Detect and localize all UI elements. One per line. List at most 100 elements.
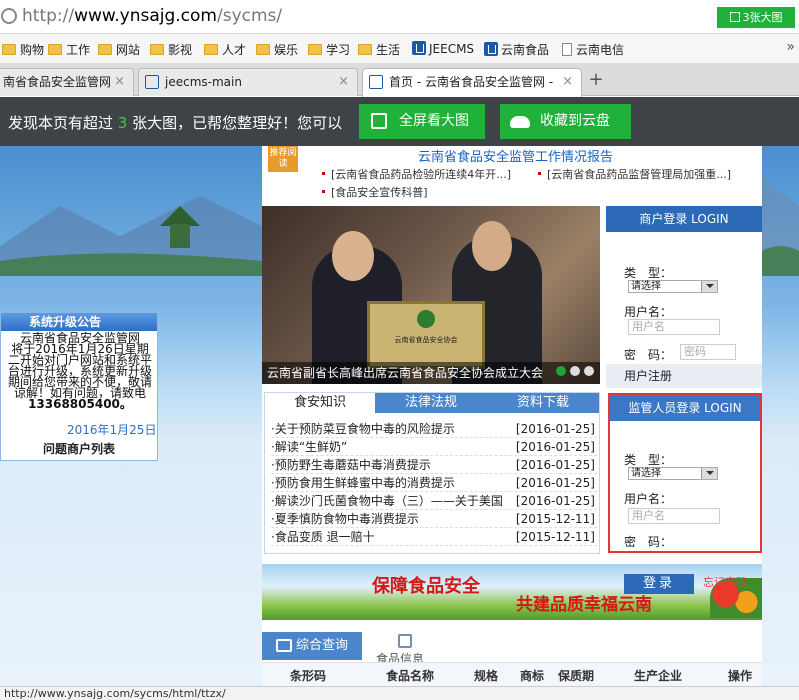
bookmarks-bar: 购物 工作 网站 影视 人才 娱乐 学习 生活 JEECMS 云南食品 云南电信… bbox=[0, 34, 799, 64]
notice-title: 系统升级公告 bbox=[1, 313, 157, 331]
forgot-password-link[interactable]: 忘记密码 bbox=[703, 574, 747, 590]
login-button[interactable]: 登录 bbox=[624, 574, 694, 594]
close-tab-icon[interactable]: × bbox=[114, 69, 125, 95]
upgrade-notice-popup: 系统升级公告 云南省食品安全监管网 将于2016年1月26日星期二开始对门户网站… bbox=[0, 312, 158, 461]
folder-icon bbox=[98, 44, 112, 55]
big-image-notification: 发现本页有超过 3 张大图，已帮您整理好！您可以 全屏看大图 收藏到云盘 bbox=[0, 97, 799, 146]
folder-icon bbox=[204, 44, 218, 55]
news-item[interactable]: ·关于预防菜豆食物中毒的风险提示 [2016-01-25] bbox=[271, 420, 597, 438]
bookmark-shopping[interactable]: 购物 bbox=[2, 41, 44, 58]
dropdown-arrow-icon bbox=[701, 468, 717, 479]
tab-home[interactable]: 首页 - 云南省食品安全监管网 - × bbox=[362, 68, 582, 97]
tab-downloads[interactable]: 资料下载 bbox=[487, 393, 599, 413]
top-news: 推荐阅读 云南省食品安全监管工作情况报告 [云南省食品药品检验所连续4年开...… bbox=[262, 146, 762, 204]
bookmark-study[interactable]: 学习 bbox=[308, 41, 350, 58]
notification-message: 发现本页有超过 3 张大图，已帮您整理好！您可以 bbox=[8, 114, 343, 132]
expand-icon bbox=[729, 12, 740, 22]
news-item[interactable]: ·解读“生鲜奶” [2016-01-25] bbox=[271, 438, 597, 456]
notice-body: 云南省食品安全监管网 将于2016年1月26日星期二开始对门户网站和系统平台进行… bbox=[7, 331, 152, 411]
photo-face bbox=[472, 221, 512, 271]
bookmark-movies[interactable]: 影视 bbox=[150, 41, 192, 58]
query-section: 综合查询 食品信息 条形码 食品名称 规格 商标 保质期 生产企业 操作 bbox=[262, 632, 762, 686]
problem-merchants-link[interactable]: 问题商户列表 bbox=[1, 440, 157, 457]
bookmark-entertainment[interactable]: 娱乐 bbox=[256, 41, 298, 58]
bullet-icon bbox=[538, 172, 541, 175]
slider-caption[interactable]: 云南省副省长高峰出席云南省食品安全协会成立大会 bbox=[262, 362, 600, 384]
merchant-login-title: 商户登录 LOGIN bbox=[606, 206, 762, 232]
column-header: 食品名称 bbox=[386, 669, 435, 683]
column-header: 规格 bbox=[474, 669, 499, 683]
username-label: 用户名： bbox=[624, 492, 673, 506]
award-plaque: 云南省食品安全协会 bbox=[367, 301, 485, 369]
bookmark-jeecms[interactable]: JEECMS bbox=[412, 41, 474, 56]
fullscreen-images-button[interactable]: 全屏看大图 bbox=[359, 104, 485, 139]
news-panel: 食安知识 法律法规 资料下载 ·关于预防菜豆食物中毒的风险提示 [2016-01-… bbox=[264, 392, 600, 554]
folder-icon bbox=[256, 44, 270, 55]
notice-date: 2016年1月25日 bbox=[67, 423, 157, 437]
admin-type-select[interactable]: 请选择 bbox=[628, 467, 718, 480]
news-item[interactable]: ·解读沙门氏菌食物中毒（三）——关于美国 [2016-01-25] bbox=[271, 492, 597, 510]
monitor-icon bbox=[276, 639, 292, 652]
slider-dot[interactable] bbox=[584, 366, 594, 376]
tab-laws[interactable]: 法律法规 bbox=[375, 393, 487, 413]
news-item[interactable]: ·夏季慎防食物中毒消费提示 [2015-12-11] bbox=[271, 510, 597, 528]
jeecms-icon bbox=[369, 75, 383, 89]
tab-food-safety[interactable]: 南省食品安全监管网 × bbox=[0, 68, 134, 96]
admin-login-title: 监管人员登录 LOGIN bbox=[610, 395, 760, 421]
admin-login-panel: 监管人员登录 LOGIN 类 型： 请选择 用户名： 用户名 密 码： bbox=[608, 393, 762, 553]
column-header: 商标 bbox=[520, 669, 545, 683]
close-tab-icon[interactable]: × bbox=[562, 69, 573, 95]
bookmark-talent[interactable]: 人才 bbox=[204, 41, 246, 58]
type-label: 类 型： bbox=[624, 453, 673, 467]
address-bar[interactable]: http://www.ynsajg.com/sycms/ 3张大图 bbox=[0, 0, 799, 34]
bookmark-life[interactable]: 生活 bbox=[358, 41, 400, 58]
bookmark-sites[interactable]: 网站 bbox=[98, 41, 140, 58]
tab-general-query[interactable]: 综合查询 bbox=[262, 632, 362, 660]
status-bar: http://www.ynsajg.com/sycms/html/ttzx/ bbox=[0, 686, 799, 700]
merchant-password-input[interactable]: 密码 bbox=[680, 344, 736, 360]
username-label: 用户名： bbox=[624, 305, 673, 319]
column-header: 生产企业 bbox=[634, 669, 683, 683]
big-image-button[interactable]: 3张大图 bbox=[717, 7, 795, 28]
bookmark-work[interactable]: 工作 bbox=[48, 41, 90, 58]
merchant-username-input[interactable]: 用户名 bbox=[628, 319, 720, 335]
slider-dot[interactable] bbox=[556, 366, 566, 376]
slider-dot[interactable] bbox=[570, 366, 580, 376]
new-tab-button[interactable]: + bbox=[584, 70, 608, 92]
type-label: 类 型： bbox=[624, 266, 673, 280]
photo-face bbox=[332, 231, 374, 281]
bullet-icon bbox=[322, 172, 325, 175]
bookmark-yunnan-food[interactable]: 云南食品 bbox=[484, 41, 549, 58]
tab-food-knowledge[interactable]: 食安知识 bbox=[265, 393, 375, 413]
top-news-link[interactable]: [云南省食品药品检验所连续4年开...] bbox=[322, 166, 511, 182]
seal-icon bbox=[417, 310, 435, 328]
top-news-link[interactable]: [食品安全宣传科普] bbox=[322, 184, 428, 200]
folder-icon bbox=[308, 44, 322, 55]
top-headline-link[interactable]: 云南省食品安全监管工作情况报告 bbox=[418, 146, 613, 165]
merchant-type-select[interactable]: 请选择 bbox=[628, 280, 718, 293]
page-icon bbox=[562, 43, 572, 56]
news-item[interactable]: ·预防野生毒蘑菇中毒消费提示 [2016-01-25] bbox=[271, 456, 597, 474]
password-label: 密 码： bbox=[624, 348, 673, 362]
globe-icon bbox=[1, 8, 17, 24]
folder-icon bbox=[48, 44, 62, 55]
save-to-cloud-button[interactable]: 收藏到云盘 bbox=[500, 104, 631, 139]
jeecms-icon bbox=[412, 41, 426, 55]
tab-jeecms[interactable]: jeecms-main × bbox=[138, 68, 358, 96]
dropdown-arrow-icon bbox=[701, 281, 717, 292]
url-field[interactable]: http://www.ynsajg.com/sycms/ bbox=[22, 6, 282, 26]
database-icon bbox=[398, 634, 412, 648]
column-header: 保质期 bbox=[558, 669, 595, 683]
bookmarks-more-icon[interactable]: » bbox=[786, 39, 795, 55]
news-item[interactable]: ·食品变质 退一赔十 [2015-12-11] bbox=[271, 528, 597, 546]
register-link[interactable]: 用户注册 bbox=[606, 364, 762, 388]
tab-food-info[interactable]: 食品信息 bbox=[376, 632, 456, 666]
close-tab-icon[interactable]: × bbox=[338, 69, 349, 95]
news-item[interactable]: ·预防食用生鲜蜂蜜中毒的消费提示 [2016-01-25] bbox=[271, 474, 597, 492]
cloud-icon bbox=[510, 116, 530, 128]
top-news-link[interactable]: [云南省食品药品监督管理局加强重...] bbox=[538, 166, 731, 182]
tab-strip: 南省食品安全监管网 × jeecms-main × 首页 - 云南省食品安全监管网 … bbox=[0, 64, 799, 97]
photo-slider[interactable]: 云南省食品安全协会 云南省副省长高峰出席云南省食品安全协会成立大会 bbox=[262, 206, 600, 384]
bookmark-yunnan-telecom[interactable]: 云南电信 bbox=[562, 41, 624, 58]
admin-username-input[interactable]: 用户名 bbox=[628, 508, 720, 524]
